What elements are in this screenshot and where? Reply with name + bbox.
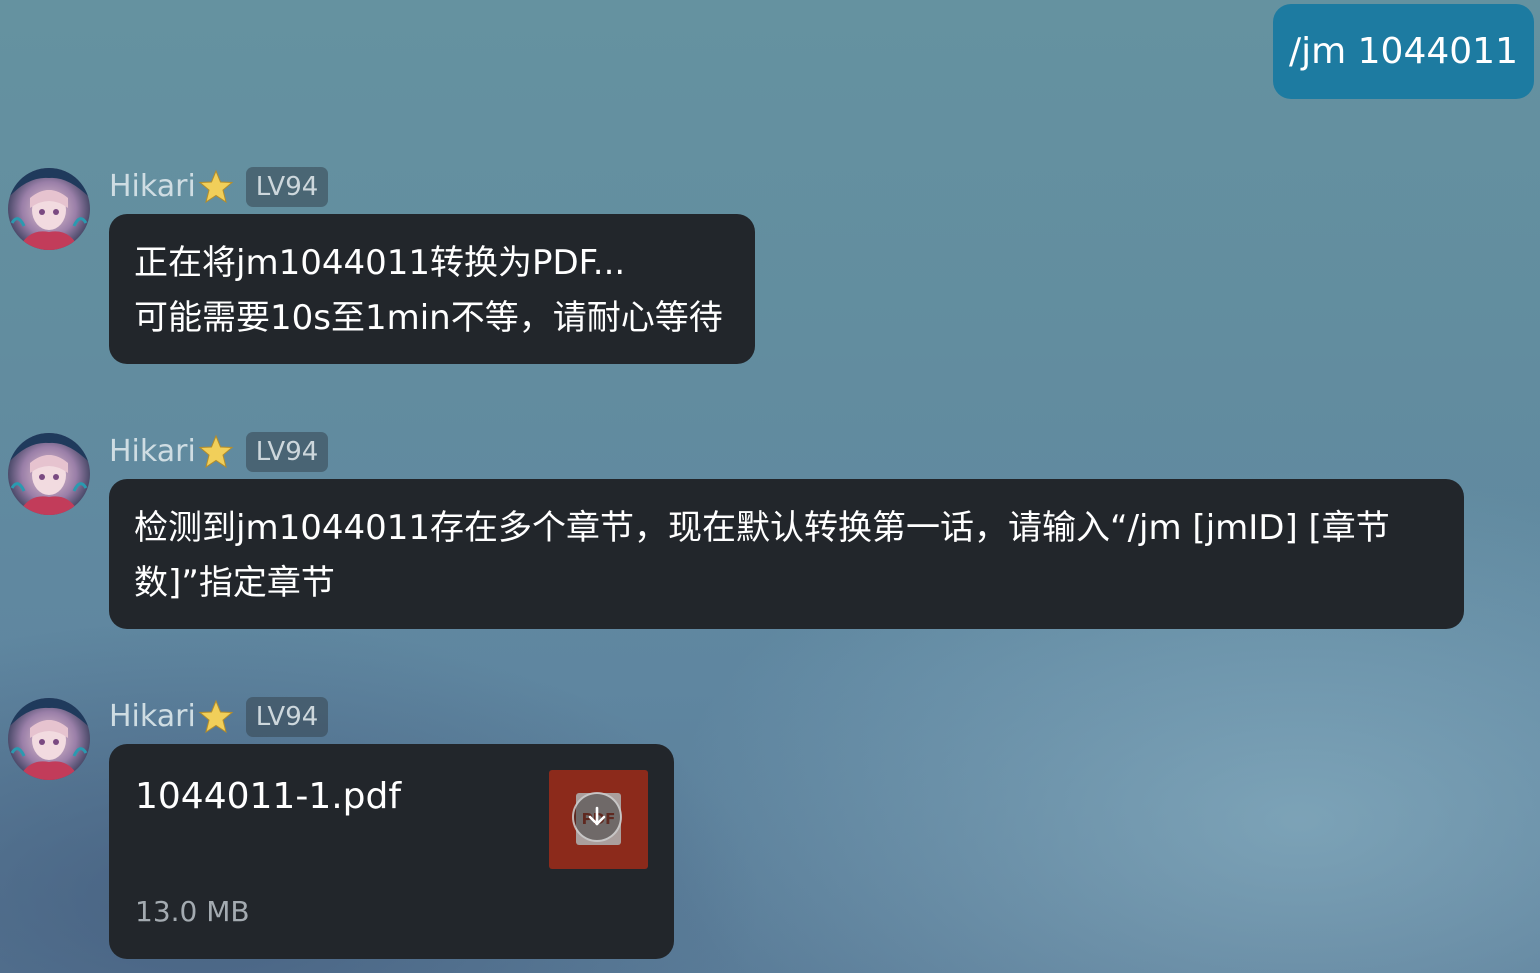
file-size: 13.0 MB: [135, 895, 250, 928]
avatar[interactable]: [8, 168, 90, 250]
sender-row: Hikari LV94: [109, 167, 329, 207]
file-name: 1044011-1.pdf: [135, 776, 402, 817]
sender-name[interactable]: Hikari: [109, 697, 196, 737]
download-button[interactable]: [572, 792, 622, 842]
message-bubble[interactable]: 正在将jm1044011转换为PDF... 可能需要10s至1min不等，请耐心…: [109, 214, 755, 364]
level-badge: LV94: [245, 432, 329, 472]
level-badge: LV94: [245, 697, 329, 737]
star-icon: [198, 434, 234, 470]
level-badge: LV94: [245, 167, 329, 207]
message-line: 正在将jm1044011转换为PDF...: [134, 243, 626, 283]
outgoing-message-bubble[interactable]: /jm 1044011: [1273, 4, 1534, 99]
star-icon: [198, 169, 234, 205]
message-line: 可能需要10s至1min不等，请耐心等待: [134, 298, 723, 338]
sender-row: Hikari LV94: [109, 432, 329, 472]
download-icon: [588, 806, 606, 826]
chat-view: /jm 1044011 Hikari LV94 正在将jm1044011转换为P…: [0, 0, 1540, 973]
sender-name[interactable]: Hikari: [109, 432, 196, 472]
star-icon: [198, 699, 234, 735]
avatar[interactable]: [8, 698, 90, 780]
sender-row: Hikari LV94: [109, 697, 329, 737]
avatar[interactable]: [8, 433, 90, 515]
pdf-thumbnail[interactable]: PDF: [549, 770, 648, 869]
message-line: 数]”指定章节: [134, 563, 335, 603]
message-bubble[interactable]: 检测到jm1044011存在多个章节，现在默认转换第一话，请输入“/jm [jm…: [109, 479, 1464, 629]
sender-name[interactable]: Hikari: [109, 167, 196, 207]
file-bubble[interactable]: 1044011-1.pdf 13.0 MB PDF: [109, 744, 674, 959]
outgoing-message-text: /jm 1044011: [1289, 31, 1518, 72]
message-line: 检测到jm1044011存在多个章节，现在默认转换第一话，请输入“/jm [jm…: [134, 508, 1390, 548]
